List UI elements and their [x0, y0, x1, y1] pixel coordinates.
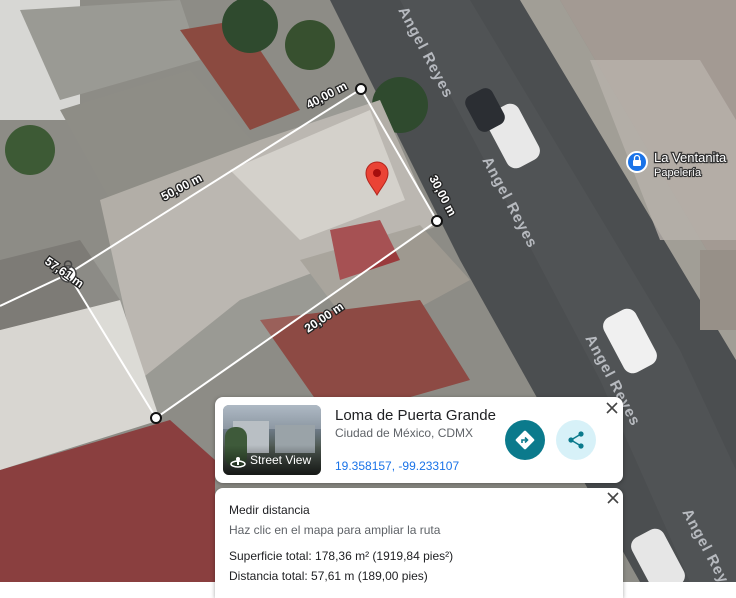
total-area: Superficie total: 178,36 m² (1919,84 pie… [229, 549, 454, 563]
share-button[interactable] [556, 420, 596, 460]
place-coordinates[interactable]: 19.358157, -99.233107 [335, 459, 459, 473]
measure-vertex[interactable] [150, 412, 162, 424]
place-subtitle: Ciudad de México, CDMX [335, 426, 474, 440]
total-distance: Distancia total: 57,61 m (189,00 pies) [229, 569, 428, 583]
place-title: Loma de Puerta Grande [335, 407, 496, 424]
measure-vertex[interactable] [431, 215, 443, 227]
place-card: Street View Loma de Puerta Grande Ciudad… [215, 397, 623, 483]
street-view-label: Street View [250, 453, 312, 467]
street-view-icon [230, 457, 246, 468]
poi-category: Papelería [654, 167, 702, 179]
measure-vertex[interactable] [355, 83, 367, 95]
share-icon [568, 431, 584, 449]
close-icon[interactable] [605, 401, 619, 415]
directions-button[interactable] [505, 420, 545, 460]
street-view-thumbnail[interactable]: Street View [223, 405, 321, 475]
measure-title: Medir distancia [229, 503, 310, 517]
directions-icon [515, 430, 535, 450]
close-icon[interactable] [606, 491, 620, 505]
poi-name: La Ventanita [654, 150, 727, 165]
measure-hint: Haz clic en el mapa para ampliar la ruta [229, 523, 441, 537]
